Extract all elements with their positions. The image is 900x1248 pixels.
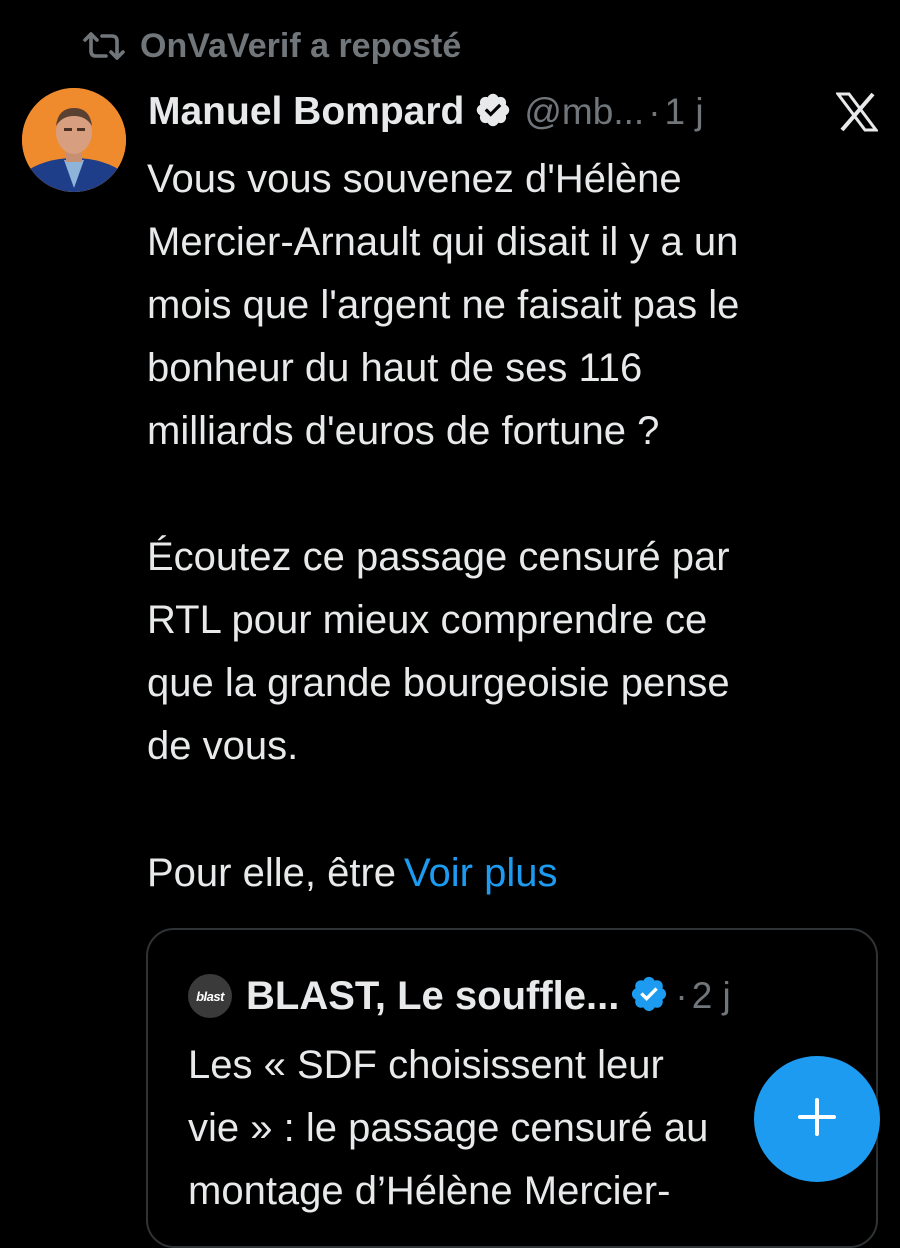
quoted-tweet-age: 2 j	[691, 975, 731, 1016]
verified-badge-icon	[629, 974, 669, 1019]
plus-icon	[797, 1097, 837, 1142]
avatar[interactable]	[22, 88, 126, 192]
separator-dot: ·	[648, 91, 661, 132]
tweet-text: Vous vous souvenez d'Hélène Mercier-Arna…	[147, 157, 740, 768]
repost-context[interactable]: OnVaVerif a reposté	[82, 22, 461, 70]
author-name[interactable]: Manuel Bompard	[148, 90, 464, 134]
quoted-tweet-text: Les « SDF choisissent leur vie » : le pa…	[188, 1043, 709, 1213]
quoted-tweet-header: blast BLAST, Le souffle... · 2 j	[188, 968, 731, 1024]
tweet-header: Manuel Bompard @mb... · 1 j	[148, 84, 888, 140]
tweet-age[interactable]: 1 j	[665, 91, 704, 133]
tweet-text-truncated: Pour elle, être Voir plus	[147, 842, 557, 905]
compose-button[interactable]	[754, 1056, 880, 1182]
truncated-text: Pour elle, être	[147, 851, 397, 895]
x-logo-icon[interactable]	[835, 92, 879, 137]
repost-icon	[82, 31, 126, 61]
repost-text: OnVaVerif a reposté	[140, 26, 462, 65]
author-handle[interactable]: @mb...	[524, 91, 644, 133]
quoted-author-avatar: blast	[188, 974, 232, 1018]
see-more-link[interactable]: Voir plus	[404, 851, 557, 895]
verified-badge-icon[interactable]	[474, 91, 512, 134]
quoted-author-name: BLAST, Le souffle...	[246, 973, 620, 1018]
separator-dot: ·	[675, 975, 688, 1016]
